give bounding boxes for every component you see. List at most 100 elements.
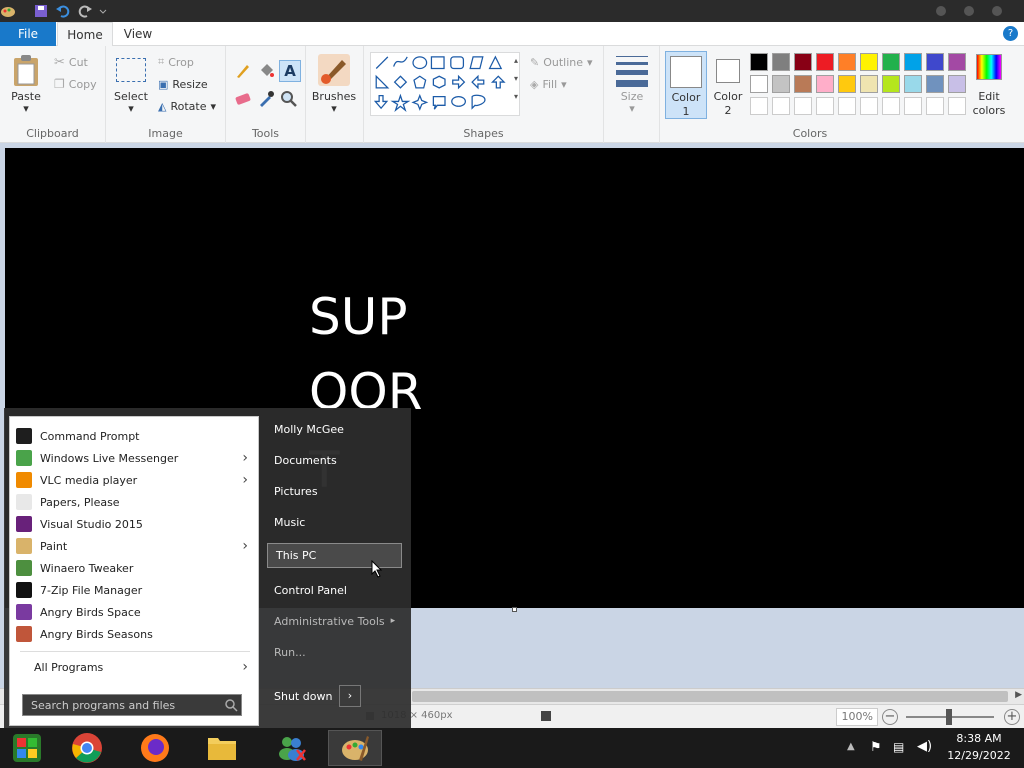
color-picker-icon[interactable] (257, 90, 275, 108)
start-item-user[interactable]: Molly McGee (266, 416, 406, 442)
search-programs-input[interactable]: Search programs and files (22, 694, 242, 716)
palette-swatch[interactable] (750, 53, 768, 71)
tab-file[interactable]: File (0, 22, 56, 46)
palette-swatch[interactable] (882, 53, 900, 71)
copy-button[interactable]: ❐ Copy (54, 75, 97, 93)
palette-swatch[interactable] (794, 97, 812, 115)
taskbar-firefox[interactable] (128, 730, 182, 766)
palette-swatch[interactable] (948, 75, 966, 93)
crop-button[interactable]: ⌗ Crop (158, 53, 194, 71)
color1-button[interactable]: Color 1 (665, 51, 707, 119)
palette-swatch[interactable] (772, 53, 790, 71)
select-icon[interactable] (116, 58, 146, 82)
rotate-button[interactable]: ◭ Rotate ▾ (158, 97, 216, 115)
start-item-run[interactable]: Run... (266, 639, 406, 665)
palette-swatch[interactable] (838, 97, 856, 115)
palette-swatch[interactable] (882, 75, 900, 93)
shutdown-options-button[interactable]: › (339, 685, 361, 707)
customize-toolbar-icon[interactable] (98, 3, 108, 19)
edit-colors-icon[interactable] (976, 54, 1002, 80)
palette-swatch[interactable] (838, 53, 856, 71)
palette-swatch[interactable] (926, 97, 944, 115)
brushes-icon[interactable] (316, 52, 352, 88)
fill-button[interactable]: ◈ Fill ▾ (530, 75, 567, 93)
size-icon[interactable] (616, 56, 648, 87)
pencil-icon[interactable] (234, 62, 252, 80)
tab-home[interactable]: Home (57, 22, 113, 47)
start-program-item[interactable]: Paint › (10, 535, 258, 557)
zoom-in-icon[interactable]: + (1004, 709, 1020, 725)
shutdown-button[interactable]: Shut down (266, 685, 338, 707)
start-program-item[interactable]: Winaero Tweaker (10, 557, 258, 579)
start-item-admin-tools[interactable]: Administrative Tools ▸ (266, 608, 406, 634)
palette-swatch[interactable] (882, 97, 900, 115)
flag-icon[interactable]: ⚑ (870, 740, 882, 755)
palette-swatch[interactable] (838, 75, 856, 93)
palette-swatch[interactable] (816, 97, 834, 115)
palette-swatch[interactable] (750, 75, 768, 93)
palette-swatch[interactable] (794, 53, 812, 71)
start-item-pictures[interactable]: Pictures (266, 478, 406, 504)
start-item-music[interactable]: Music (266, 509, 406, 535)
close-button[interactable] (992, 6, 1002, 16)
start-program-item[interactable]: Windows Live Messenger › (10, 447, 258, 469)
edit-colors-label-line2[interactable]: colors (966, 104, 1012, 118)
fill-bucket-icon[interactable] (257, 62, 275, 80)
search-icon[interactable] (222, 697, 240, 713)
maximize-button[interactable] (964, 6, 974, 16)
palette-swatch[interactable] (860, 75, 878, 93)
size-dropdown-arrow[interactable]: ▾ (604, 102, 660, 116)
eraser-icon[interactable] (234, 92, 252, 106)
tab-view[interactable]: View (114, 22, 162, 46)
start-program-item[interactable]: Visual Studio 2015 (10, 513, 258, 535)
tray-overflow-icon[interactable]: ▲ (847, 741, 855, 752)
paste-icon[interactable] (12, 54, 40, 88)
color2-button[interactable]: Color 2 (708, 51, 748, 119)
canvas-resize-handle[interactable] (512, 607, 517, 612)
start-program-item[interactable]: Angry Birds Seasons (10, 623, 258, 645)
palette-swatch[interactable] (750, 97, 768, 115)
palette-swatch[interactable] (926, 75, 944, 93)
outline-button[interactable]: ✎ Outline ▾ (530, 53, 593, 71)
start-program-item[interactable]: Papers, Please (10, 491, 258, 513)
scroll-thumb[interactable] (412, 691, 1008, 702)
palette-swatch[interactable] (904, 97, 922, 115)
palette-swatch[interactable] (794, 75, 812, 93)
taskbar-paint[interactable] (328, 730, 382, 766)
save-icon[interactable] (33, 3, 49, 19)
shapes-scroll[interactable]: ▴ ▾ ▾ (510, 52, 522, 116)
palette-swatch[interactable] (816, 53, 834, 71)
scroll-right-arrow[interactable]: ▶ (1015, 690, 1022, 700)
edit-colors-label-line1[interactable]: Edit (966, 90, 1012, 104)
palette-swatch[interactable] (772, 97, 790, 115)
clock-date[interactable]: 12/29/2022 (940, 749, 1018, 762)
palette-swatch[interactable] (860, 53, 878, 71)
brushes-dropdown-arrow[interactable]: ▾ (306, 102, 362, 116)
clock-time[interactable]: 8:38 AM (940, 732, 1018, 745)
network-icon[interactable]: ▤ (893, 740, 904, 754)
select-dropdown-arrow[interactable]: ▾ (110, 102, 152, 116)
taskbar-chrome[interactable] (60, 730, 114, 766)
minimize-button[interactable] (936, 6, 946, 16)
zoom-out-icon[interactable]: − (882, 709, 898, 725)
palette-swatch[interactable] (948, 97, 966, 115)
start-program-item[interactable]: Angry Birds Space (10, 601, 258, 623)
volume-icon[interactable]: ◀) (917, 739, 932, 754)
text-tool-icon[interactable]: A (279, 60, 301, 82)
palette-swatch[interactable] (904, 75, 922, 93)
magnifier-icon[interactable] (280, 90, 298, 108)
start-program-item[interactable]: 7-Zip File Manager (10, 579, 258, 601)
palette-swatch[interactable] (926, 53, 944, 71)
start-button[interactable] (0, 730, 54, 766)
shapes-gallery[interactable] (370, 52, 520, 116)
start-program-item[interactable]: VLC media player › (10, 469, 258, 491)
palette-swatch[interactable] (772, 75, 790, 93)
paste-dropdown-arrow[interactable]: ▾ (6, 102, 46, 116)
palette-swatch[interactable] (904, 53, 922, 71)
taskbar-messenger[interactable] (264, 730, 318, 766)
taskbar-file-explorer[interactable] (195, 730, 249, 766)
all-programs-item[interactable]: All Programs › (10, 656, 258, 678)
cut-button[interactable]: ✂ Cut (54, 53, 88, 71)
start-program-item[interactable]: Command Prompt (10, 425, 258, 447)
zoom-slider-thumb[interactable] (946, 709, 952, 725)
